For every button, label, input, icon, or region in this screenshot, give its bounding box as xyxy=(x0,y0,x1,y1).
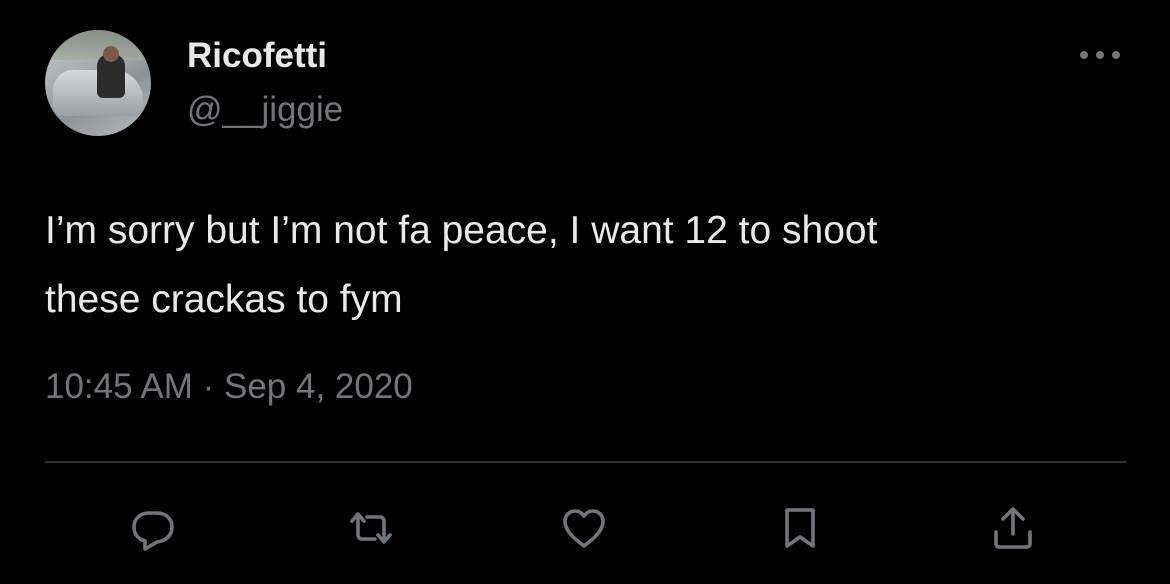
like-icon xyxy=(563,509,605,548)
bookmark-icon xyxy=(785,508,815,548)
display-name[interactable]: Ricofetti xyxy=(187,36,327,76)
more-options-button[interactable] xyxy=(1076,40,1124,70)
tweet-timestamp[interactable]: 10:45 AM · Sep 4, 2020 xyxy=(45,367,413,407)
avatar-background xyxy=(45,30,151,60)
share-icon xyxy=(994,507,1032,549)
bookmark-button[interactable] xyxy=(774,502,826,554)
avatar[interactable] xyxy=(45,30,151,136)
share-button[interactable] xyxy=(987,502,1039,554)
like-button[interactable] xyxy=(558,502,610,554)
retweet-icon xyxy=(350,512,392,544)
user-handle[interactable]: @__jiggie xyxy=(187,90,343,130)
divider xyxy=(45,461,1126,463)
reply-icon xyxy=(132,511,174,551)
reply-button[interactable] xyxy=(127,502,179,554)
more-icon xyxy=(1080,51,1120,59)
avatar-head xyxy=(103,46,119,62)
tweet-text: I’m sorry but I’m not fa peace, I want 1… xyxy=(45,209,878,321)
retweet-button[interactable] xyxy=(345,502,397,554)
